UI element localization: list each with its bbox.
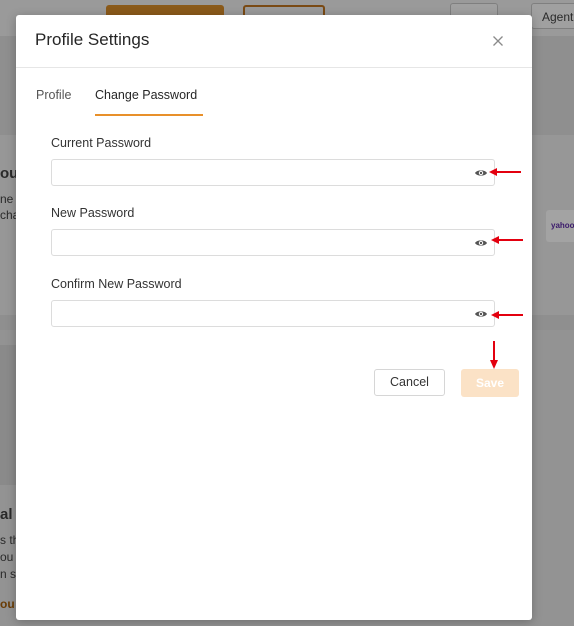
- annotation-arrow-left-icon: [491, 236, 523, 244]
- profile-settings-modal: Profile Settings Profile Change Password…: [16, 15, 532, 620]
- save-button[interactable]: Save: [461, 369, 519, 397]
- close-icon[interactable]: [490, 33, 506, 49]
- confirm-password-label: Confirm New Password: [51, 277, 182, 291]
- eye-icon[interactable]: [474, 238, 488, 248]
- eye-icon[interactable]: [474, 168, 488, 178]
- annotation-arrow-left-icon: [491, 311, 523, 319]
- modal-header: Profile Settings: [16, 15, 532, 68]
- background-text: ou: [0, 550, 14, 564]
- tab-profile[interactable]: Profile: [36, 88, 71, 114]
- background-image-block: [0, 345, 16, 485]
- current-password-input[interactable]: [52, 160, 462, 185]
- current-password-field[interactable]: [51, 159, 495, 186]
- background-link: ou: [0, 597, 15, 611]
- background-text: ne: [0, 192, 14, 206]
- tab-change-password[interactable]: Change Password: [95, 88, 203, 116]
- new-password-label: New Password: [51, 206, 135, 220]
- background-yahoo-logo: yahoo: [546, 210, 574, 242]
- current-password-label: Current Password: [51, 136, 152, 150]
- background-agent-button: Agent: [531, 3, 574, 29]
- new-password-input[interactable]: [52, 230, 462, 255]
- annotation-arrow-left-icon: [489, 168, 521, 176]
- confirm-password-input[interactable]: [52, 301, 462, 326]
- modal-title: Profile Settings: [35, 30, 150, 49]
- cancel-button[interactable]: Cancel: [374, 369, 445, 396]
- confirm-password-field[interactable]: [51, 300, 495, 327]
- eye-icon[interactable]: [474, 309, 488, 319]
- new-password-field[interactable]: [51, 229, 495, 256]
- annotation-arrow-down-icon: [490, 341, 498, 369]
- background-text: al: [0, 506, 13, 523]
